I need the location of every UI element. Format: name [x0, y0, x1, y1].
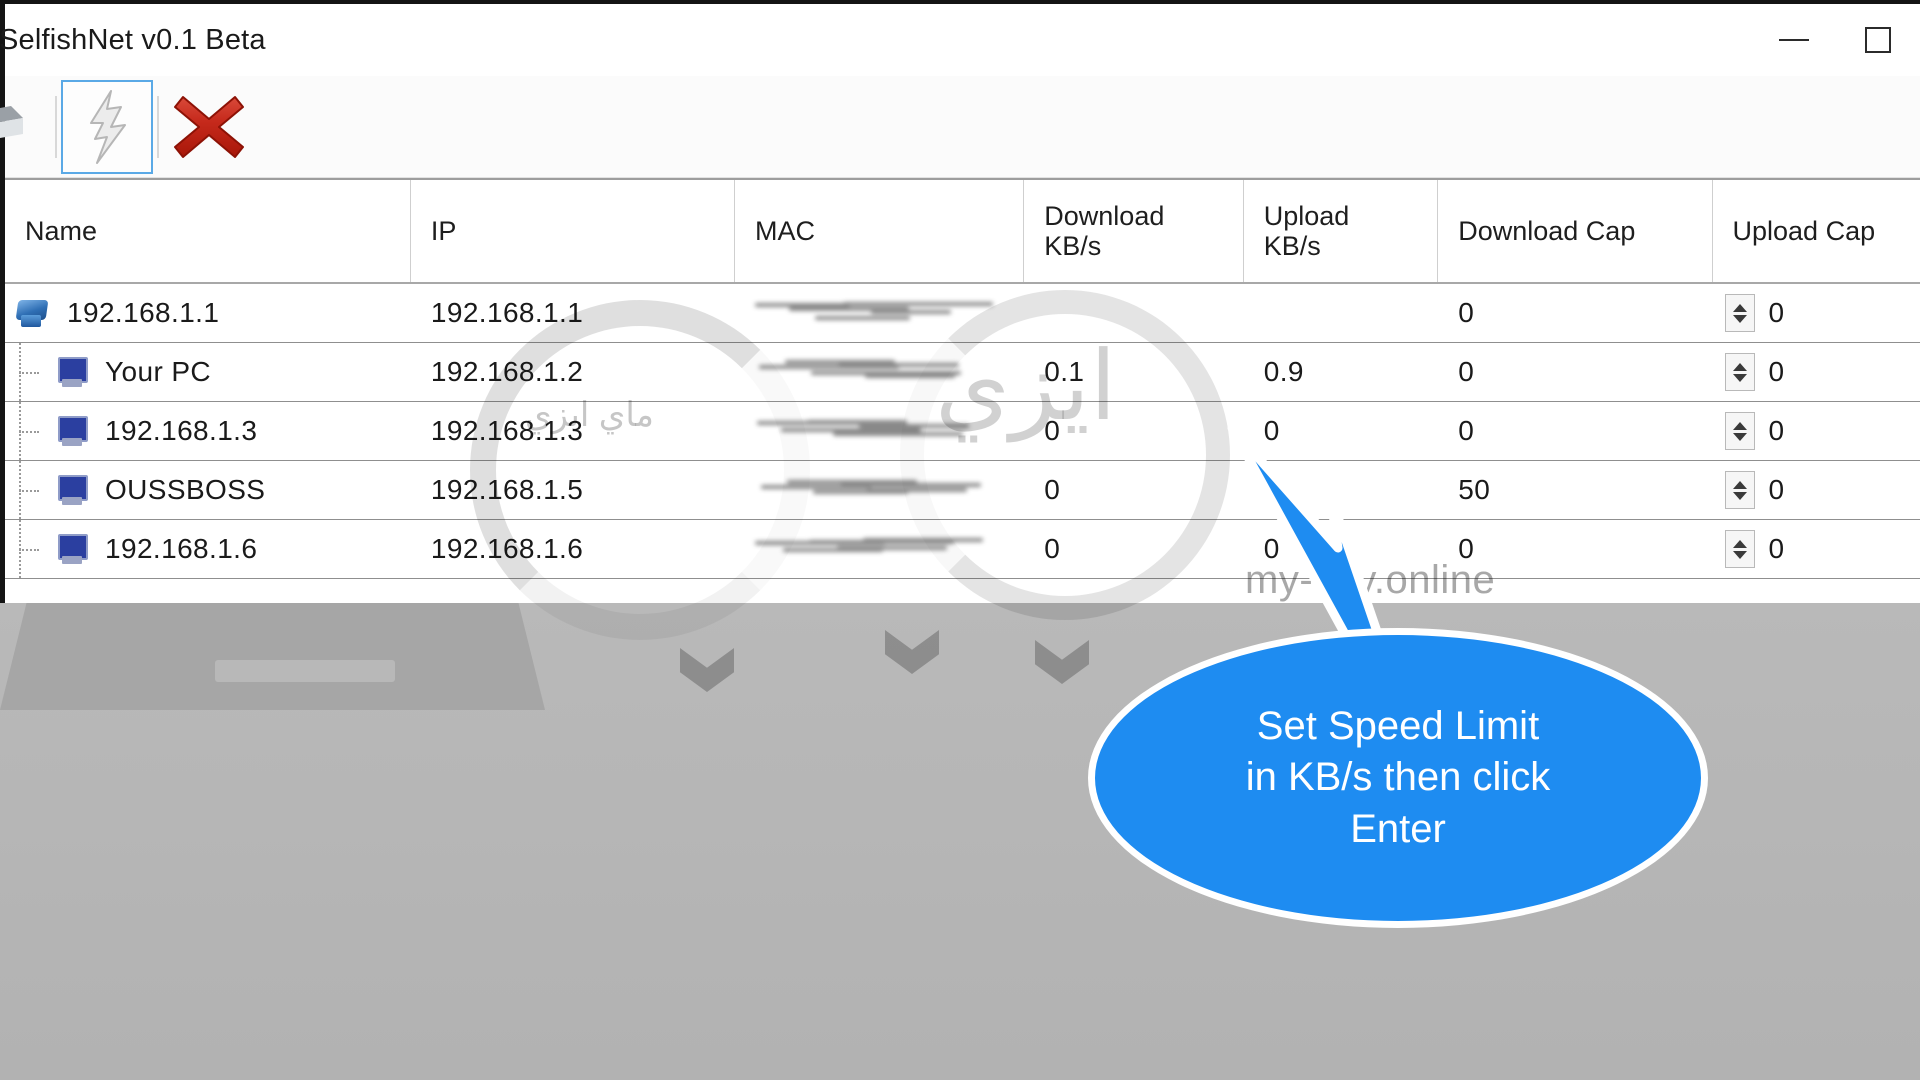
pc-icon	[53, 473, 91, 507]
stop-close-button[interactable]	[163, 81, 255, 173]
cell-name[interactable]: OUSSBOSS	[5, 461, 411, 519]
cell-mac	[735, 343, 1024, 401]
cell-ip: 192.168.1.3	[430, 415, 584, 446]
toolbar	[0, 76, 1920, 178]
minimize-icon	[1779, 39, 1809, 41]
cell-upload-cap[interactable]: 0	[1713, 343, 1920, 401]
toolbar-separator-2	[157, 95, 159, 158]
column-header-upload-cap[interactable]: Upload Cap	[1713, 180, 1920, 282]
tree-indent	[5, 343, 51, 401]
window-controls	[1752, 4, 1920, 76]
cell-name[interactable]: 192.168.1.6	[5, 520, 411, 578]
spinner-up-icon[interactable]	[1732, 303, 1747, 312]
table-row[interactable]: 192.168.1.1 192.168.1.1 0 0	[5, 284, 1920, 343]
minimize-button[interactable]	[1752, 4, 1836, 76]
column-header-download-cap[interactable]: Download Cap	[1438, 180, 1713, 282]
tree-indent	[5, 520, 51, 578]
cell-ip: 192.168.1.1	[430, 297, 584, 328]
mac-address-redacted	[755, 477, 982, 503]
cell-upload-speed	[1244, 284, 1439, 342]
callout-text: Set Speed Limit in KB/s then click Enter	[1206, 701, 1591, 855]
table-row[interactable]: Your PC 192.168.1.2 0.1 0.9 0 0	[5, 343, 1920, 402]
tree-branch	[19, 490, 39, 492]
callout-bubble: Set Speed Limit in KB/s then click Enter	[1088, 628, 1708, 928]
cell-upload-speed: 0.9	[1263, 356, 1304, 387]
mac-address-redacted	[755, 536, 984, 562]
toolbar-separator-1	[55, 95, 57, 158]
column-header-mac[interactable]: MAC	[735, 180, 1025, 282]
cell-upload-cap[interactable]: 0	[1713, 284, 1920, 342]
screenshot-root: SelfishNet v0.1 Beta Name IP MAC Downloa…	[0, 0, 1920, 1080]
laptop-illustration	[0, 600, 545, 710]
cell-mac	[735, 461, 1024, 519]
column-header-ip[interactable]: IP	[411, 180, 736, 282]
tree-branch	[19, 372, 39, 374]
device-name-label: OUSSBOSS	[105, 474, 266, 505]
window-title: SelfishNet v0.1 Beta	[0, 23, 266, 56]
cell-mac	[735, 520, 1024, 578]
cell-ip: 192.168.1.6	[430, 533, 584, 564]
pc-icon	[53, 532, 91, 566]
column-header-upload-speed[interactable]: Upload KB/s	[1244, 180, 1439, 282]
red-x-icon	[174, 95, 244, 158]
cell-ip: 192.168.1.5	[430, 474, 584, 505]
pc-icon	[53, 414, 91, 448]
scan-network-button[interactable]	[0, 81, 51, 173]
cell-ip: 192.168.1.2	[430, 356, 584, 387]
device-name-label: 192.168.1.3	[105, 415, 258, 446]
column-header-name[interactable]: Name	[5, 180, 411, 282]
mac-address-redacted	[755, 418, 970, 444]
cell-name[interactable]: 192.168.1.3	[5, 402, 411, 460]
cell-mac	[735, 402, 1024, 460]
device-name-label: 192.168.1.1	[67, 297, 220, 328]
callout-line-1: Set Speed Limit	[1256, 704, 1540, 749]
mac-address-redacted	[755, 359, 965, 385]
cell-download-cap[interactable]: 0	[1438, 343, 1712, 401]
tree-branch	[19, 549, 39, 551]
tree-indent	[5, 461, 51, 519]
upload-cap-value: 0	[1768, 297, 1785, 328]
column-header-download-speed[interactable]: Download KB/s	[1024, 180, 1244, 282]
cell-download-speed	[1024, 284, 1243, 342]
cell-download-cap[interactable]: 0	[1438, 284, 1712, 342]
device-name-label: Your PC	[105, 356, 212, 387]
laptop-trackpad	[215, 660, 395, 682]
upload-cap-value: 0	[1768, 356, 1785, 387]
upload-cap-spinner[interactable]	[1724, 353, 1755, 391]
spinner-down-icon[interactable]	[1732, 314, 1747, 323]
table-header-row: Name IP MAC Download KB/s Upload KB/s Do…	[5, 180, 1920, 284]
tree-branch	[19, 431, 39, 433]
mac-address-redacted	[755, 300, 994, 326]
pc-icon	[53, 355, 91, 389]
cell-download-speed: 0.1	[1044, 356, 1085, 387]
spinner-down-icon[interactable]	[1732, 373, 1747, 382]
upload-cap-spinner[interactable]	[1724, 294, 1755, 332]
lightning-bolt-icon	[90, 89, 126, 164]
cell-name[interactable]: Your PC	[5, 343, 411, 401]
device-name-label: 192.168.1.6	[105, 533, 258, 564]
start-limit-button[interactable]	[61, 79, 153, 174]
callout-line-3: Enter	[1350, 806, 1446, 851]
router-icon	[15, 296, 53, 330]
callout-annotation: Set Speed Limit in KB/s then click Enter	[1080, 398, 1920, 958]
tree-indent	[5, 402, 51, 460]
spinner-up-icon[interactable]	[1732, 362, 1747, 371]
callout-line-2: in KB/s then click	[1245, 755, 1551, 800]
maximize-button[interactable]	[1836, 4, 1920, 76]
title-bar: SelfishNet v0.1 Beta	[0, 4, 1920, 76]
cell-mac	[735, 284, 1024, 342]
maximize-icon	[1865, 27, 1891, 53]
cell-name[interactable]: 192.168.1.1	[5, 284, 411, 342]
network-scan-icon	[0, 105, 23, 138]
